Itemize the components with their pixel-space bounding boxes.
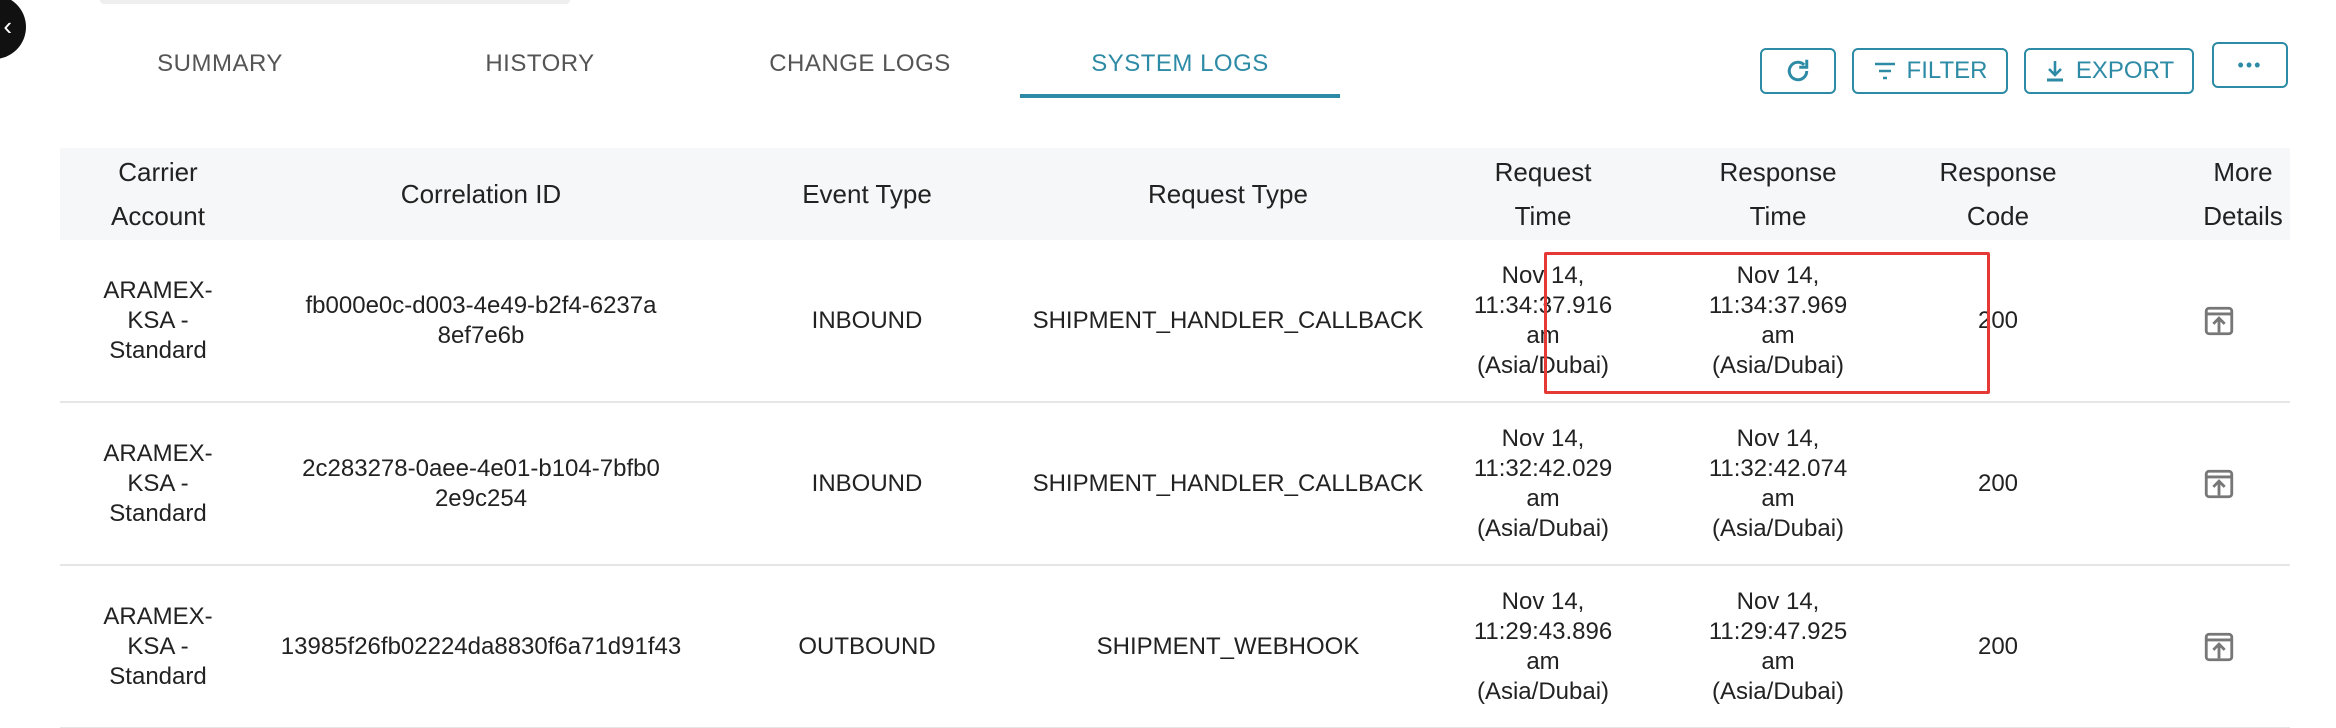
filter-icon [1874, 62, 1895, 80]
cell-response-time: Nov 14, 11:34:37.969 am (Asia/Dubai) [1708, 261, 1848, 379]
cell-carrier-account: ARAMEX-KSA - Standard [103, 276, 213, 364]
open-details-icon[interactable] [2202, 467, 2236, 501]
export-button[interactable]: EXPORT [2024, 48, 2194, 94]
cell-correlation-id: 13985f26fb02224da8830f6a71d91f43 [280, 632, 682, 660]
cell-event-type: OUTBOUND [798, 632, 936, 660]
table-row[interactable]: ARAMEX-KSA - Standard 13985f26fb02224da8… [60, 566, 2290, 728]
tab-system-logs[interactable]: SYSTEM LOGS [1020, 40, 1340, 98]
cell-more-details [2098, 403, 2290, 564]
more-options-button[interactable]: ••• [2212, 42, 2288, 88]
chevron-left-icon: ‹ [3, 11, 12, 41]
refresh-icon [1787, 59, 1809, 82]
cell-correlation-id: 2c283278-0aee-4e01-b104-7bfb02e9c254 [302, 454, 660, 512]
header-request-type: Request Type [1148, 179, 1308, 209]
table-header: Carrier Account Correlation ID Event Typ… [60, 148, 2290, 240]
table-row[interactable]: ARAMEX-KSA - Standard 2c283278-0aee-4e01… [60, 403, 2290, 566]
cell-response-time: Nov 14, 11:29:47.925 am (Asia/Dubai) [1708, 587, 1848, 705]
header-more-details: More Details [2203, 157, 2283, 231]
more-dots-icon: ••• [2237, 54, 2263, 75]
filter-label: FILTER [1906, 57, 1988, 84]
cell-request-type: SHIPMENT_HANDLER_CALLBACK [1032, 469, 1424, 497]
cell-response-code: 200 [1977, 632, 2019, 660]
system-logs-table: Carrier Account Correlation ID Event Typ… [60, 148, 2290, 728]
export-label: EXPORT [2075, 57, 2175, 84]
cell-request-type: SHIPMENT_WEBHOOK [1096, 632, 1360, 660]
cell-carrier-account: ARAMEX-KSA - Standard [103, 439, 213, 527]
cell-response-time: Nov 14, 11:32:42.074 am (Asia/Dubai) [1708, 424, 1848, 542]
back-button[interactable]: ‹ [0, 0, 26, 59]
cell-response-code: 200 [1977, 469, 2019, 497]
cell-event-type: INBOUND [811, 469, 923, 497]
tab-summary[interactable]: SUMMARY [100, 40, 340, 98]
cell-event-type: INBOUND [811, 306, 923, 334]
header-request-time: Request Time [1494, 157, 1592, 231]
header-carrier-account: Carrier Account [111, 157, 205, 231]
refresh-button[interactable] [1760, 48, 1836, 94]
header-response-time: Response Time [1719, 157, 1837, 231]
cell-request-time: Nov 14, 11:29:43.896 am (Asia/Dubai) [1473, 587, 1613, 705]
top-divider [100, 0, 570, 4]
cell-request-time: Nov 14, 11:32:42.029 am (Asia/Dubai) [1473, 424, 1613, 542]
cell-more-details [2098, 566, 2290, 727]
table-row[interactable]: ARAMEX-KSA - Standard fb000e0c-d003-4e49… [60, 240, 2290, 403]
cell-carrier-account: ARAMEX-KSA - Standard [103, 602, 213, 690]
cell-response-code: 200 [1977, 306, 2019, 334]
cell-correlation-id: fb000e0c-d003-4e49-b2f4-6237a8ef7e6b [305, 291, 657, 349]
tab-change-logs[interactable]: CHANGE LOGS [740, 40, 980, 98]
header-event-type: Event Type [802, 179, 932, 209]
cell-request-type: SHIPMENT_HANDLER_CALLBACK [1032, 306, 1424, 334]
open-details-icon[interactable] [2202, 630, 2236, 664]
header-response-code: Response Code [1939, 157, 2057, 231]
cell-request-time: Nov 14, 11:34:37.916 am (Asia/Dubai) [1473, 261, 1613, 379]
cell-more-details [2098, 240, 2290, 401]
tab-history[interactable]: HISTORY [420, 40, 660, 98]
header-correlation-id: Correlation ID [400, 179, 562, 209]
download-icon [2046, 61, 2063, 82]
filter-button[interactable]: FILTER [1852, 48, 2008, 94]
open-details-icon[interactable] [2202, 304, 2236, 338]
